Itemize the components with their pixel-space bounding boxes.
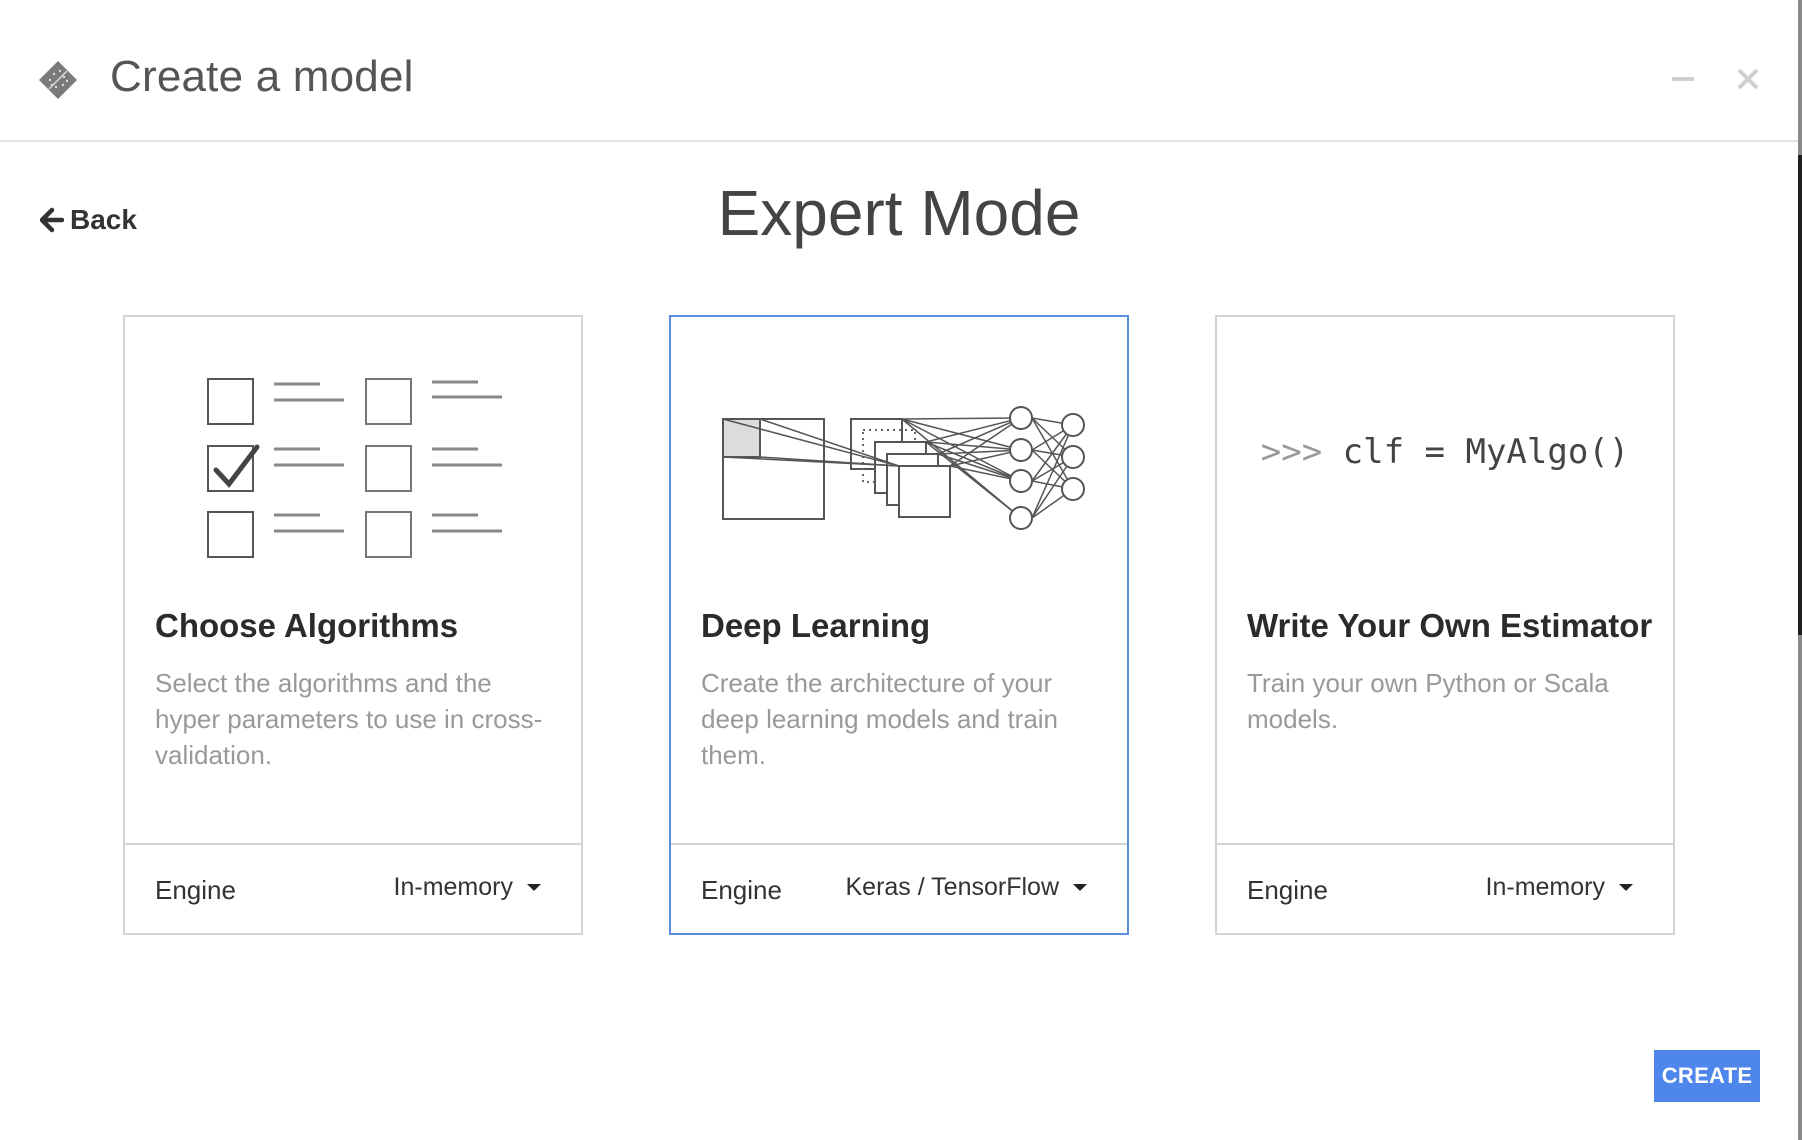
create-button[interactable]: CREATE bbox=[1654, 1050, 1760, 1102]
engine-dropdown[interactable]: In-memory bbox=[394, 873, 541, 902]
engine-value: In-memory bbox=[1485, 873, 1605, 901]
scrollbar[interactable] bbox=[1798, 0, 1802, 1140]
page-heading: Expert Mode bbox=[717, 177, 1081, 249]
card-footer: Engine Keras / TensorFlow bbox=[671, 843, 1127, 935]
engine-label: Engine bbox=[701, 875, 782, 905]
minimize-icon[interactable] bbox=[1668, 64, 1698, 94]
checklist-illustration bbox=[207, 378, 502, 558]
code-text: clf = MyAlgo() bbox=[1342, 432, 1630, 472]
engine-dropdown[interactable]: In-memory bbox=[1486, 873, 1633, 902]
engine-value: Keras / TensorFlow bbox=[845, 873, 1059, 901]
code-prompt: >>> bbox=[1260, 432, 1323, 472]
engine-label: Engine bbox=[1247, 875, 1328, 905]
card-title: Choose Algorithms bbox=[155, 607, 459, 644]
caret-down-icon bbox=[527, 884, 541, 891]
card-description: Train your own Python or Scala models. bbox=[1247, 668, 1609, 734]
card-choose-algorithms[interactable]: Choose Algorithms Select the algorithms … bbox=[123, 315, 583, 935]
engine-dropdown[interactable]: Keras / TensorFlow bbox=[845, 873, 1087, 902]
scrollbar-thumb[interactable] bbox=[1798, 155, 1802, 635]
engine-label: Engine bbox=[155, 875, 236, 905]
code-snippet-illustration: >>> clf = MyAlgo() bbox=[1217, 317, 1673, 587]
card-footer: Engine In-memory bbox=[1217, 843, 1673, 935]
card-footer: Engine In-memory bbox=[125, 843, 581, 935]
caret-down-icon bbox=[1619, 884, 1633, 891]
card-title: Write Your Own Estimator bbox=[1247, 607, 1653, 644]
engine-value: In-memory bbox=[393, 873, 513, 901]
card-description: Create the architecture of your deep lea… bbox=[701, 668, 1059, 770]
close-icon[interactable] bbox=[1733, 64, 1763, 94]
dialog-header: Create a model bbox=[0, 0, 1798, 142]
card-description: Select the algorithms and the hyper para… bbox=[155, 668, 543, 770]
code-snippet: >>> clf = MyAlgo() bbox=[1217, 432, 1673, 472]
caret-down-icon bbox=[1073, 884, 1087, 891]
dataiku-bird-icon bbox=[39, 61, 77, 99]
card-deep-learning[interactable]: Deep Learning Create the architecture of… bbox=[669, 315, 1129, 935]
neural-network-illustration bbox=[722, 406, 1085, 530]
card-title: Deep Learning bbox=[701, 607, 931, 644]
card-write-own-estimator[interactable]: >>> clf = MyAlgo() Write Your Own Estima… bbox=[1215, 315, 1675, 935]
dialog-title: Create a model bbox=[110, 52, 414, 101]
